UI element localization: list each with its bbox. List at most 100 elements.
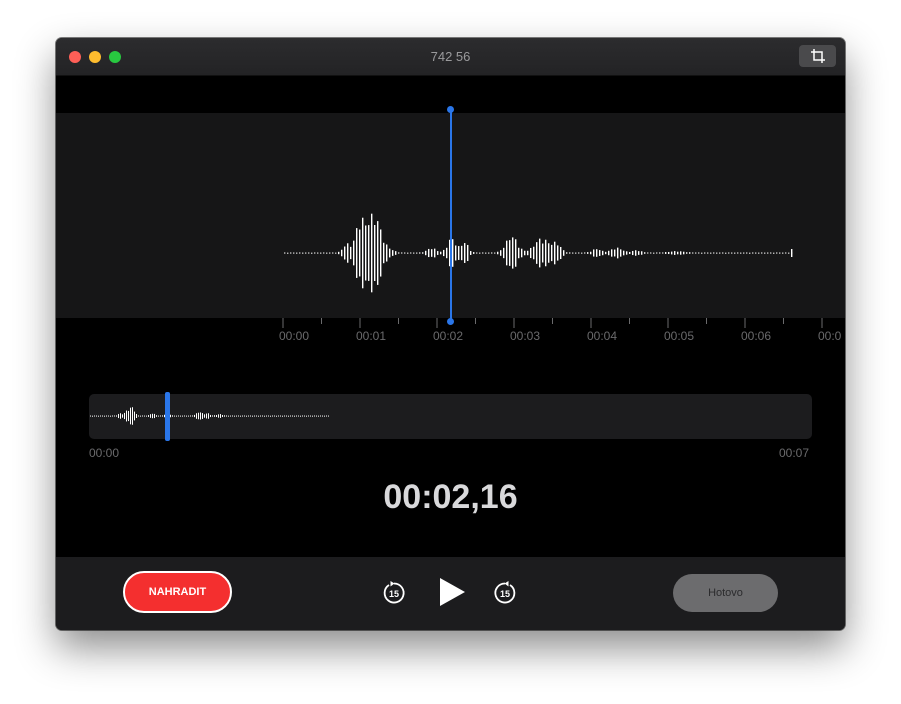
waveform-bar: [593, 249, 595, 257]
overview-bar: [92, 415, 93, 417]
waveform-bar: [356, 228, 358, 278]
waveform-bar: [563, 250, 565, 256]
overview-bar: [266, 415, 267, 417]
overview-bar: [94, 415, 95, 417]
waveform-bar: [443, 249, 445, 257]
waveform-bar: [377, 221, 379, 285]
ruler-label: 00:06: [741, 329, 772, 343]
waveform-bar: [617, 247, 619, 259]
waveform-bar: [479, 252, 481, 254]
overview-bar: [268, 415, 269, 417]
overview-bar: [146, 415, 147, 417]
waveform-bar: [359, 229, 361, 277]
waveform-bar: [287, 252, 289, 254]
waveform-bar: [578, 252, 580, 254]
overview-bar: [326, 415, 327, 417]
waveform-bar: [620, 249, 622, 257]
overview-bar: [186, 415, 187, 417]
overview-bar: [272, 415, 273, 417]
overview-bar: [138, 415, 139, 417]
ruler-label: 00:04: [587, 329, 618, 343]
overview-position-handle[interactable]: [165, 392, 170, 441]
playhead[interactable]: [450, 109, 452, 322]
overview-bar: [282, 415, 283, 417]
waveform-bar: [371, 213, 373, 293]
waveform-bar: [416, 252, 418, 254]
play-button[interactable]: [437, 576, 467, 608]
waveform-bar: [542, 243, 544, 263]
waveform-bar: [731, 252, 733, 254]
waveform-bar: [587, 252, 589, 254]
waveform-bar: [494, 252, 496, 254]
overview-bar: [296, 415, 297, 417]
replace-button[interactable]: NAHRADIT: [123, 571, 232, 613]
waveform-bar: [698, 252, 700, 254]
current-time-display: 00:02,16: [383, 478, 518, 516]
waveform-bar: [749, 252, 751, 254]
overview-bar: [160, 415, 161, 417]
skip-forward-15-button[interactable]: 15: [492, 580, 518, 606]
waveform-bar: [752, 252, 754, 254]
waveform-bar: [686, 252, 688, 254]
waveform-bar: [446, 247, 448, 259]
waveform-bar: [455, 245, 457, 261]
waveform-bar: [743, 252, 745, 254]
overview-bar: [260, 415, 261, 417]
playhead-bottom-handle[interactable]: [447, 318, 454, 325]
overview-bar: [224, 415, 225, 417]
waveform-bar: [311, 252, 313, 254]
waveform-bar: [575, 252, 577, 254]
waveform-bar: [746, 252, 748, 254]
overview-bar: [248, 415, 249, 417]
skip-back-15-button[interactable]: 15: [381, 580, 407, 606]
crop-icon: [810, 49, 825, 63]
waveform-bar: [704, 252, 706, 254]
waveform-bar: [770, 252, 772, 254]
overview-bar: [324, 415, 325, 417]
overview-bar: [174, 415, 175, 417]
overview-bar: [180, 415, 181, 417]
skip-back-15-icon: 15: [383, 581, 405, 604]
overview-bar: [90, 415, 91, 417]
waveform-bar: [773, 252, 775, 254]
waveform-bar: [635, 250, 637, 256]
waveform-bar: [434, 248, 436, 258]
crop-button[interactable]: [799, 45, 836, 67]
waveform-bar: [344, 246, 346, 260]
overview-bar: [190, 415, 191, 417]
overview-bar: [314, 415, 315, 417]
overview-bar: [184, 415, 185, 417]
ruler-label: 00:02: [433, 329, 464, 343]
waveform-bar: [521, 248, 523, 258]
overview-bar: [148, 415, 149, 417]
overview-bar: [270, 415, 271, 417]
waveform-bar: [524, 250, 526, 256]
overview-bar: [302, 415, 303, 417]
overview-bar: [114, 415, 115, 417]
waveform-bar: [413, 252, 415, 254]
waveform-bar: [386, 244, 388, 262]
ruler-label: 00:0: [818, 329, 842, 343]
overview-bar: [250, 415, 251, 417]
playhead-top-handle[interactable]: [447, 106, 454, 113]
overview-bar: [158, 415, 159, 417]
overview-bar: [306, 415, 307, 417]
waveform-bar: [422, 252, 424, 254]
waveform-bar: [767, 252, 769, 254]
waveform-bar: [410, 252, 412, 254]
waveform-bar: [305, 252, 307, 254]
waveform-bar: [755, 252, 757, 254]
overview-bar: [120, 413, 121, 419]
waveform-bar: [470, 251, 472, 255]
done-button[interactable]: Hotovo: [673, 574, 778, 612]
waveform-bar: [389, 248, 391, 258]
waveform-bar: [488, 252, 490, 254]
overview-bar: [298, 415, 299, 417]
waveform-bar: [500, 250, 502, 256]
waveform-bar: [533, 246, 535, 260]
waveform-bar: [431, 249, 433, 257]
waveform-bar: [776, 252, 778, 254]
waveform-bar: [677, 251, 679, 255]
overview-bar: [162, 415, 163, 417]
ruler-label: 00:03: [510, 329, 541, 343]
